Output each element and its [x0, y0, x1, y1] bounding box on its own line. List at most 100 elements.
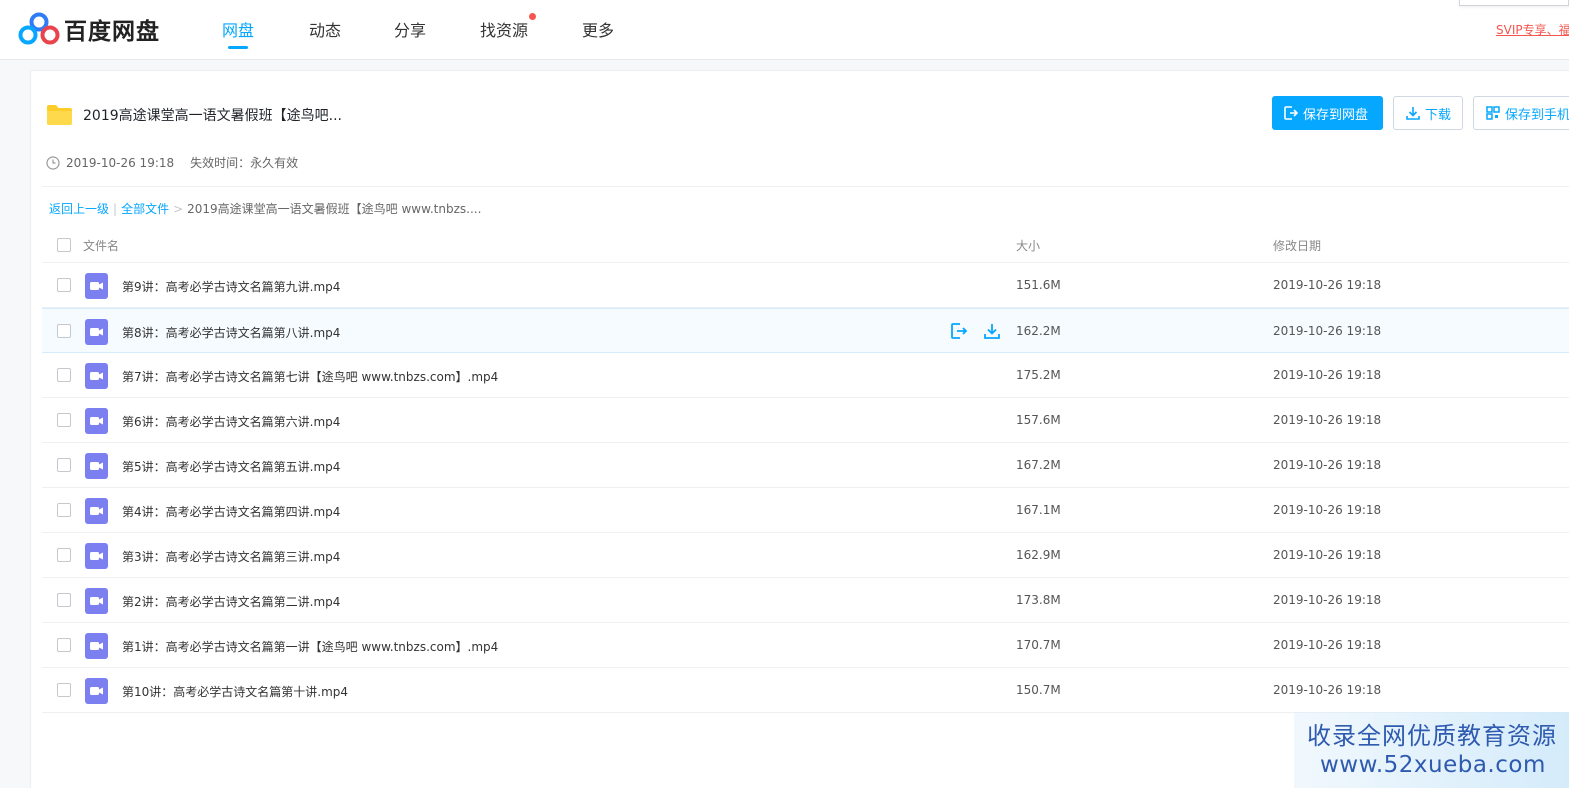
file-row[interactable]: 第6讲：高考必学古诗文名篇第六讲.mp4 157.6M 2019-10-26 19:… — [42, 398, 1569, 443]
button-label: 保存到网盘 — [1303, 107, 1369, 123]
download-button[interactable]: 下载 — [1393, 96, 1464, 130]
file-size: 175.2M — [1016, 368, 1061, 382]
file-date: 2019-10-26 19:18 — [1273, 278, 1382, 292]
file-size: 151.6M — [1016, 278, 1061, 292]
file-name[interactable]: 第5讲：高考必学古诗文名篇第五讲.mp4 — [122, 458, 340, 475]
file-row[interactable]: 第9讲：高考必学古诗文名篇第九讲.mp4 151.6M 2019-10-26 19:… — [42, 263, 1569, 308]
select-all-checkbox[interactable] — [57, 238, 71, 252]
button-label: 保存到手机 — [1505, 107, 1569, 123]
row-checkbox[interactable] — [57, 278, 71, 292]
nav-activity[interactable]: 动态 — [309, 17, 341, 41]
file-date: 2019-10-26 19:18 — [1273, 548, 1382, 562]
breadcrumb-separator: | — [113, 202, 118, 216]
file-name[interactable]: 第7讲：高考必学古诗文名篇第七讲【途鸟吧 www.tnbzs.com】.mp4 — [122, 368, 498, 385]
notification-dot — [529, 13, 537, 20]
file-row[interactable]: 第5讲：高考必学古诗文名篇第五讲.mp4 167.2M 2019-10-26 19:… — [42, 443, 1569, 488]
file-row[interactable]: 第10讲：高考必学古诗文名篇第十讲.mp4 150.7M 2019-10-26 19… — [42, 668, 1569, 713]
file-row[interactable]: 第2讲：高考必学古诗文名篇第二讲.mp4 173.8M 2019-10-26 19:… — [42, 578, 1569, 623]
row-download-icon[interactable] — [982, 321, 1002, 341]
file-date: 2019-10-26 19:18 — [1273, 503, 1382, 517]
file-row[interactable]: 第7讲：高考必学古诗文名篇第七讲【途鸟吧 www.tnbzs.com】.mp4 1… — [42, 353, 1569, 398]
file-row[interactable]: 第4讲：高考必学古诗文名篇第四讲.mp4 167.1M 2019-10-26 19:… — [42, 488, 1569, 533]
row-checkbox[interactable] — [57, 548, 71, 562]
nav-share[interactable]: 分享 — [394, 17, 426, 41]
logo-text: 百度网盘 — [64, 19, 160, 45]
file-name[interactable]: 第3讲：高考必学古诗文名篇第三讲.mp4 — [122, 548, 340, 565]
nav-label: 找资源 — [480, 21, 529, 40]
video-file-icon — [85, 319, 108, 345]
breadcrumb-all-files-link[interactable]: 全部文件 — [121, 202, 169, 216]
share-meta: 2019-10-26 19:18 失效时间：永久有效 — [46, 154, 298, 171]
watermark-line1: 收录全网优质教育资源 — [1307, 722, 1557, 750]
video-file-icon — [85, 633, 108, 659]
file-size: 173.8M — [1016, 593, 1061, 607]
file-row[interactable]: 第1讲：高考必学古诗文名篇第一讲【途鸟吧 www.tnbzs.com】.mp4 1… — [42, 623, 1569, 668]
save-icon — [1284, 106, 1299, 120]
button-label: 下载 — [1425, 107, 1452, 123]
file-size: 162.9M — [1016, 548, 1061, 562]
video-file-icon — [85, 678, 108, 704]
file-name[interactable]: 第1讲：高考必学古诗文名篇第一讲【途鸟吧 www.tnbzs.com】.mp4 — [122, 638, 498, 655]
save-to-phone-button[interactable]: 保存到手机 — [1473, 96, 1569, 130]
file-row[interactable]: 第3讲：高考必学古诗文名篇第三讲.mp4 162.9M 2019-10-26 19:… — [42, 533, 1569, 578]
breadcrumb-chevron: > — [173, 202, 184, 216]
nav-find-resources[interactable]: 找资源 — [480, 13, 537, 41]
row-checkbox[interactable] — [57, 368, 71, 382]
file-name[interactable]: 第2讲：高考必学古诗文名篇第二讲.mp4 — [122, 593, 340, 610]
nav-more[interactable]: 更多 — [582, 17, 614, 41]
video-file-icon — [85, 588, 108, 614]
watermark: 收录全网优质教育资源 www.52xueba.com — [1294, 712, 1569, 788]
file-name[interactable]: 第6讲：高考必学古诗文名篇第六讲.mp4 — [122, 413, 340, 430]
share-title-text: 2019高途课堂高一语文暑假班【途鸟吧... — [83, 108, 342, 124]
row-checkbox[interactable] — [57, 593, 71, 607]
row-checkbox[interactable] — [57, 638, 71, 652]
svip-promo-link[interactable]: SVIP专享、福 — [1496, 21, 1569, 38]
file-name[interactable]: 第10讲：高考必学古诗文名篇第十讲.mp4 — [122, 683, 348, 700]
download-icon — [1406, 107, 1420, 120]
column-header-date[interactable]: 修改日期 — [1273, 237, 1321, 254]
nav-label: 分享 — [394, 21, 427, 40]
file-date: 2019-10-26 19:18 — [1273, 593, 1382, 607]
file-size: 162.2M — [1016, 324, 1061, 338]
breadcrumb-back-link[interactable]: 返回上一级 — [49, 202, 109, 216]
file-name[interactable]: 第8讲：高考必学古诗文名篇第八讲.mp4 — [122, 324, 340, 341]
save-to-netdisk-button[interactable]: 保存到网盘 — [1272, 96, 1383, 130]
share-actions: 保存到网盘 下载 保存到手机 — [1272, 96, 1569, 130]
folder-icon — [47, 105, 72, 125]
row-checkbox[interactable] — [57, 458, 71, 472]
baidu-netdisk-logo[interactable]: 百度网盘 — [18, 12, 160, 46]
video-file-icon — [85, 498, 108, 524]
column-header-name[interactable]: 文件名 — [83, 237, 119, 254]
file-size: 167.1M — [1016, 503, 1061, 517]
nav-netdisk[interactable]: 网盘 — [222, 17, 255, 49]
file-size: 157.6M — [1016, 413, 1061, 427]
file-name[interactable]: 第9讲：高考必学古诗文名篇第九讲.mp4 — [122, 278, 340, 295]
video-file-icon — [85, 363, 108, 389]
video-file-icon — [85, 273, 108, 299]
share-title: 2019高途课堂高一语文暑假班【途鸟吧... — [46, 104, 342, 126]
dropdown-popup-edge — [1459, 0, 1569, 6]
row-checkbox[interactable] — [57, 503, 71, 517]
file-date: 2019-10-26 19:18 — [1273, 413, 1382, 427]
expire-time: 失效时间：永久有效 — [190, 156, 299, 170]
file-date: 2019-10-26 19:18 — [1273, 368, 1382, 382]
file-row[interactable]: 第8讲：高考必学古诗文名篇第八讲.mp4 162.2M 2019-10-26 19:… — [42, 308, 1569, 353]
column-header-size[interactable]: 大小 — [1016, 237, 1040, 254]
file-list-header: 文件名 大小 修改日期 — [42, 226, 1569, 263]
row-checkbox[interactable] — [57, 324, 71, 338]
created-time: 2019-10-26 19:18 — [66, 155, 175, 170]
file-date: 2019-10-26 19:18 — [1273, 638, 1382, 652]
row-checkbox[interactable] — [57, 413, 71, 427]
row-checkbox[interactable] — [57, 683, 71, 697]
clock-icon — [46, 155, 60, 170]
file-date: 2019-10-26 19:18 — [1273, 683, 1382, 697]
cloud-logo-icon — [18, 12, 60, 45]
divider — [42, 186, 1569, 187]
file-list: 第9讲：高考必学古诗文名篇第九讲.mp4 151.6M 2019-10-26 19:… — [42, 263, 1569, 713]
nav-label: 网盘 — [222, 21, 255, 40]
video-file-icon — [85, 543, 108, 569]
video-file-icon — [85, 408, 108, 434]
qr-code-icon — [1486, 106, 1500, 120]
row-save-icon[interactable] — [949, 321, 969, 341]
file-name[interactable]: 第4讲：高考必学古诗文名篇第四讲.mp4 — [122, 503, 340, 520]
